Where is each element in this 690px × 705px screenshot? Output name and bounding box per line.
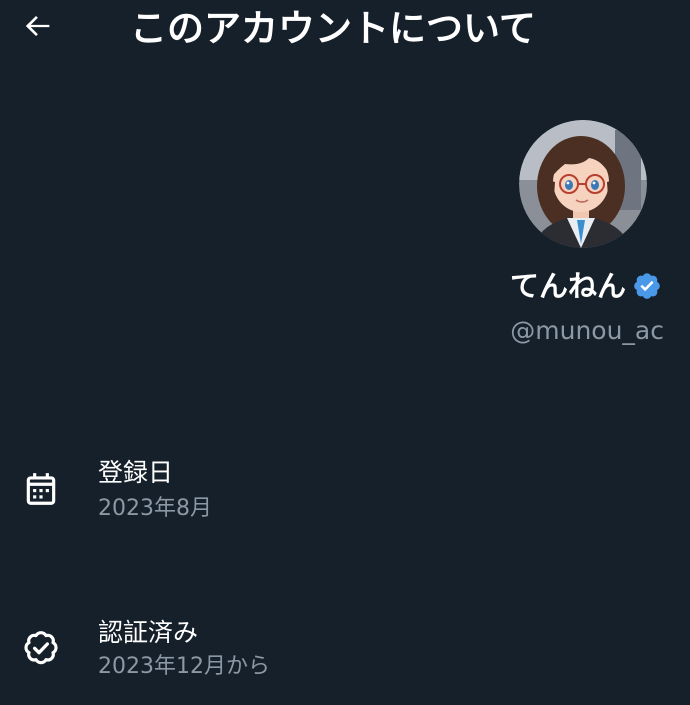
info-row-joined: 登録日 2023年8月 bbox=[0, 450, 690, 540]
calendar-icon bbox=[20, 468, 62, 510]
joined-label: 登録日 bbox=[98, 458, 174, 487]
display-name: てんねん bbox=[509, 269, 626, 303]
handle: @munou_ac bbox=[510, 316, 664, 345]
info-row-verified: 認証済み 2023年12月から bbox=[0, 610, 690, 700]
avatar[interactable] bbox=[519, 120, 647, 248]
verified-check-icon bbox=[20, 628, 62, 670]
verified-badge-icon[interactable] bbox=[632, 270, 664, 302]
header: このアカウントについて bbox=[0, 0, 690, 60]
display-name-row: てんねん bbox=[510, 266, 664, 306]
verified-label: 認証済み bbox=[98, 618, 199, 647]
verified-value: 2023年12月から bbox=[98, 654, 270, 679]
page-title: このアカウントについて bbox=[130, 7, 536, 50]
joined-value: 2023年8月 bbox=[98, 496, 212, 521]
arrow-left-icon bbox=[21, 9, 55, 47]
back-button[interactable] bbox=[18, 8, 58, 48]
